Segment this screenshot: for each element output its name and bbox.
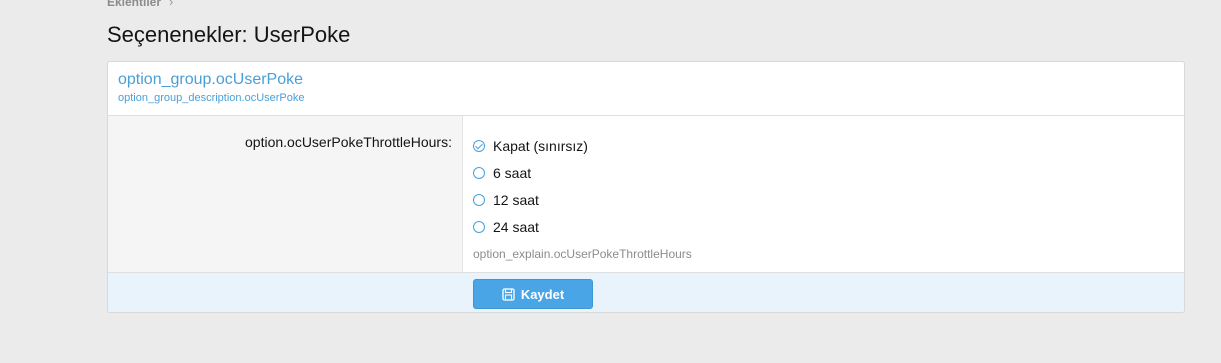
save-button-label: Kaydet — [520, 286, 565, 302]
radio-label: Kapat (sınırsız) — [493, 137, 588, 154]
breadcrumb: Eklentiler › — [107, 0, 173, 9]
options-block: option_group.ocUserPoke option_group_des… — [107, 61, 1185, 313]
radio-unchecked-icon[interactable] — [473, 166, 485, 179]
radio-label: 24 saat — [493, 218, 539, 235]
chevron-right-icon: › — [169, 0, 174, 9]
radio-label: 12 saat — [493, 191, 539, 208]
option-row: option.ocUserPokeThrottleHours: Kapat (s… — [108, 116, 1184, 273]
option-group-title: option_group.ocUserPoke — [118, 71, 304, 88]
radio-checked-icon[interactable] — [473, 139, 485, 152]
block-header: option_group.ocUserPoke option_group_des… — [108, 62, 1184, 116]
breadcrumb-item-eklentiler[interactable]: Eklentiler — [107, 0, 161, 9]
option-choices: Kapat (sınırsız) 6 saat 12 saat 24 saat … — [463, 116, 1184, 272]
floppy-disk-icon — [502, 287, 515, 301]
page-title: Seçenenekler: UserPoke — [107, 22, 351, 47]
option-label: option.ocUserPokeThrottleHours: — [108, 116, 463, 272]
radio-option-kapat[interactable]: Kapat (sınırsız) — [473, 132, 1184, 159]
radio-option-12-saat[interactable]: 12 saat — [473, 186, 1184, 213]
option-group-description: option_group_description.ocUserPoke — [118, 92, 305, 104]
option-explain: option_explain.ocUserPokeThrottleHours — [473, 247, 692, 261]
form-footer: Kaydet — [108, 273, 1184, 312]
radio-unchecked-icon[interactable] — [473, 193, 485, 206]
radio-unchecked-icon[interactable] — [473, 220, 485, 233]
radio-option-6-saat[interactable]: 6 saat — [473, 159, 1184, 186]
save-button[interactable]: Kaydet — [473, 279, 593, 309]
radio-option-24-saat[interactable]: 24 saat — [473, 213, 1184, 240]
radio-label: 6 saat — [493, 164, 532, 181]
